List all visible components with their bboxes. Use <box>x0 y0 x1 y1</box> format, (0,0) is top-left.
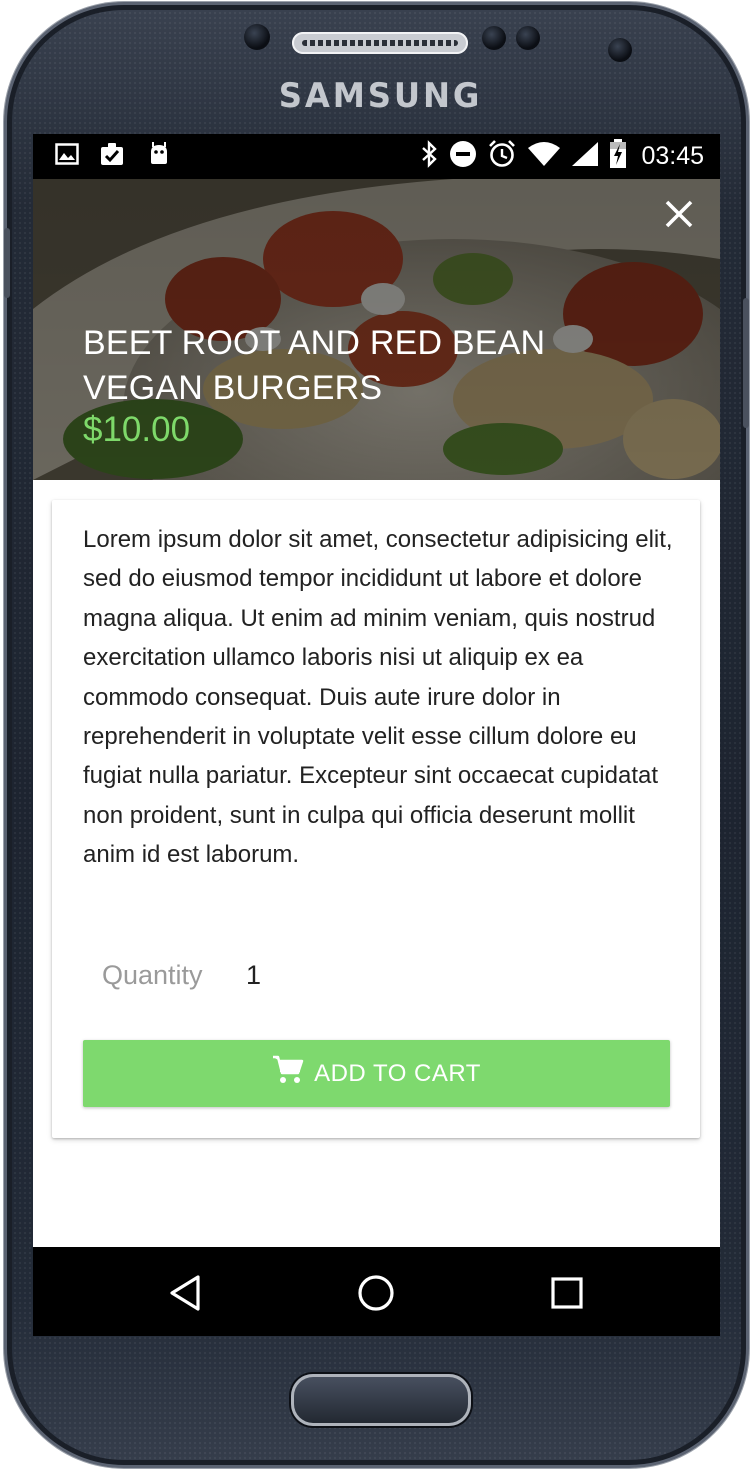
product-hero: BEET ROOT AND RED BEAN VEGAN BURGERS $10… <box>33 179 720 480</box>
quantity-label: Quantity <box>102 960 203 990</box>
cart-icon <box>272 1055 304 1092</box>
add-to-cart-button[interactable]: ADD TO CART <box>83 1040 670 1107</box>
image-icon <box>55 143 79 170</box>
sensor-icon <box>516 26 540 50</box>
product-price: $10.00 <box>83 410 191 449</box>
add-to-cart-label: ADD TO CART <box>314 1059 481 1087</box>
quantity-field[interactable]: 1 <box>246 960 261 991</box>
status-time: 03:45 <box>641 142 704 170</box>
close-icon <box>665 200 693 228</box>
battery-charging-icon <box>609 139 627 174</box>
close-button[interactable] <box>662 197 696 231</box>
android-icon <box>147 142 171 171</box>
sensor-icon <box>482 26 506 50</box>
earpiece-speaker <box>292 32 468 54</box>
wifi-icon <box>527 141 561 172</box>
front-camera-icon <box>608 38 632 62</box>
back-icon <box>170 1275 200 1311</box>
sensor-icon <box>244 24 270 50</box>
product-description: Lorem ipsum dolor sit amet, consectetur … <box>83 526 673 869</box>
back-button[interactable] <box>164 1271 208 1315</box>
hardware-home-button[interactable] <box>291 1374 471 1426</box>
home-icon <box>358 1275 394 1311</box>
bluetooth-icon <box>419 140 439 173</box>
product-title: BEET ROOT AND RED BEAN VEGAN BURGERS <box>83 324 546 407</box>
signal-icon <box>571 141 599 172</box>
screen: 03:45 BEET ROOT AND RED BEAN VEGAN BURGE… <box>33 134 720 1336</box>
recents-icon <box>551 1277 583 1309</box>
power-key <box>743 298 749 428</box>
device-brand: SAMSUNG <box>278 76 483 116</box>
alarm-icon <box>487 139 517 174</box>
home-button[interactable] <box>354 1271 398 1315</box>
status-bar: 03:45 <box>33 134 720 179</box>
clipboard-check-icon <box>99 141 127 172</box>
product-details-card: Lorem ipsum dolor sit amet, consectetur … <box>52 500 700 1138</box>
navigation-bar <box>33 1247 720 1336</box>
volume-key <box>4 228 10 298</box>
do-not-disturb-icon <box>449 140 477 173</box>
recents-button[interactable] <box>545 1271 589 1315</box>
